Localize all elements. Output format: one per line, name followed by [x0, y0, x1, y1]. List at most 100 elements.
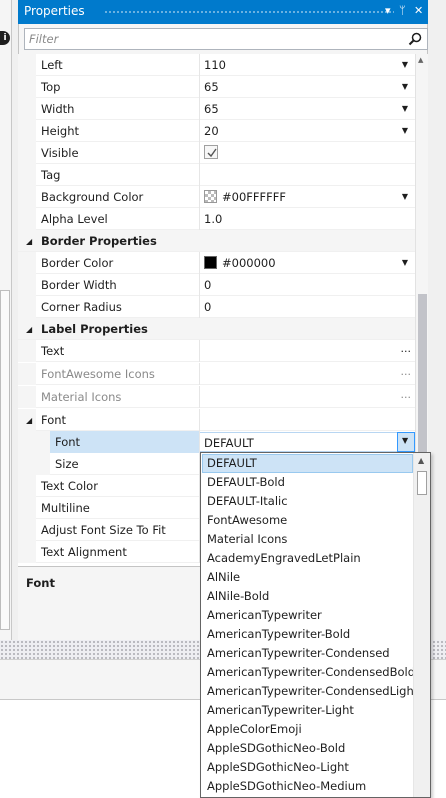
property-row-top[interactable]: Top 65 ▼: [18, 76, 415, 98]
font-option[interactable]: DEFAULT-Bold: [202, 473, 413, 492]
property-row-height[interactable]: Height 20 ▼: [18, 120, 415, 142]
font-option[interactable]: AlNile: [202, 568, 413, 587]
property-row-border-width[interactable]: Border Width 0: [18, 274, 415, 296]
property-row-material-icons[interactable]: Material Icons ...: [18, 386, 415, 408]
collapse-triangle-icon[interactable]: ◢: [26, 325, 32, 334]
dropdown-arrow-icon[interactable]: ▼: [400, 256, 410, 270]
category-border-properties[interactable]: ◢ Border Properties: [18, 230, 415, 252]
font-option[interactable]: AmericanTypewriter-Light: [202, 701, 413, 720]
property-name: Width: [41, 102, 75, 116]
property-value[interactable]: 110: [204, 58, 226, 72]
font-dropdown-scrollbar[interactable]: ▲: [413, 453, 430, 797]
font-option[interactable]: AlNile-Bold: [202, 587, 413, 606]
font-selected-value: DEFAULT: [204, 436, 254, 450]
property-row-corner-radius[interactable]: Corner Radius 0: [18, 296, 415, 318]
font-option[interactable]: AmericanTypewriter-CondensedBold: [202, 663, 415, 682]
visible-checkbox[interactable]: [204, 145, 218, 159]
collapse-triangle-icon[interactable]: ◢: [26, 237, 32, 246]
font-dropdown-list[interactable]: DEFAULT DEFAULT-Bold DEFAULT-Italic Font…: [200, 452, 431, 798]
font-option[interactable]: Material Icons: [202, 530, 413, 549]
ellipsis-button[interactable]: ...: [401, 388, 412, 401]
property-name: Left: [41, 58, 63, 72]
font-option[interactable]: AmericanTypewriter-CondensedLight: [202, 682, 418, 701]
font-option[interactable]: AppleSDGothicNeo-Bold: [202, 739, 413, 758]
property-value[interactable]: 0: [204, 300, 211, 314]
close-icon[interactable]: ✕: [414, 4, 423, 18]
property-name: Tag: [41, 168, 61, 182]
property-value[interactable]: 20: [204, 124, 219, 138]
left-panel-scrollbar[interactable]: [0, 290, 10, 630]
search-icon[interactable]: [407, 31, 423, 47]
font-option[interactable]: AmericanTypewriter-Condensed: [202, 644, 413, 663]
ellipsis-button[interactable]: ...: [401, 342, 412, 355]
property-value[interactable]: 0: [204, 278, 211, 292]
property-row-left[interactable]: Left 110 ▼: [18, 54, 415, 76]
property-row-width[interactable]: Width 65 ▼: [18, 98, 415, 120]
property-name: Adjust Font Size To Fit: [41, 523, 166, 537]
properties-titlebar[interactable]: Properties ▾ ᛘ ✕: [18, 0, 428, 24]
font-option[interactable]: AmericanTypewriter-Bold: [202, 625, 413, 644]
filter-input[interactable]: [29, 31, 389, 47]
font-dropdown-button[interactable]: ▼: [397, 432, 415, 452]
font-option[interactable]: FontAwesome: [202, 511, 413, 530]
property-row-font[interactable]: ◢ Font: [18, 409, 415, 431]
property-name: Text Color: [41, 479, 98, 493]
dropdown-arrow-icon[interactable]: ▼: [400, 58, 410, 72]
property-name: Text: [41, 344, 65, 358]
pin-icon[interactable]: ᛘ: [399, 4, 406, 18]
font-option[interactable]: AmericanTypewriter: [202, 606, 413, 625]
transparent-color-swatch: [204, 190, 217, 203]
property-row-fontawesome-icons[interactable]: FontAwesome Icons ...: [18, 363, 415, 385]
dropdown-arrow-icon[interactable]: ▼: [400, 102, 410, 116]
property-name: Font: [55, 435, 81, 449]
property-row-border-color[interactable]: Border Color #000000 ▼: [18, 252, 415, 274]
property-name: Border Width: [41, 278, 117, 292]
property-value[interactable]: 65: [204, 102, 219, 116]
font-option[interactable]: AppleSDGothicNeo-Light: [202, 758, 413, 777]
dropdown-arrow-icon[interactable]: ▼: [400, 124, 410, 138]
dropdown-arrow-icon[interactable]: ▾: [385, 4, 391, 18]
property-row-visible[interactable]: Visible: [18, 142, 415, 164]
font-option[interactable]: AppleSDGothicNeo-Medium: [202, 777, 413, 796]
panel-title: Properties: [24, 4, 85, 18]
property-name: Text Alignment: [41, 545, 127, 559]
property-name: Corner Radius: [41, 300, 122, 314]
property-value[interactable]: 65: [204, 80, 219, 94]
property-name: Alpha Level: [41, 212, 108, 226]
property-row-text[interactable]: Text ...: [18, 340, 415, 362]
property-name: Height: [41, 124, 80, 138]
ellipsis-button[interactable]: ...: [401, 365, 412, 378]
dropdown-arrow-icon[interactable]: ▼: [400, 80, 410, 94]
dropdown-arrow-icon[interactable]: ▼: [400, 190, 410, 204]
property-row-alpha-level[interactable]: Alpha Level 1.0: [18, 208, 415, 230]
font-option[interactable]: DEFAULT: [202, 454, 413, 473]
property-name: FontAwesome Icons: [41, 367, 155, 381]
property-name: Visible: [41, 146, 79, 160]
font-option[interactable]: AcademyEngravedLetPlain: [202, 549, 413, 568]
property-name: Material Icons: [41, 390, 122, 404]
property-name: Border Color: [41, 256, 114, 270]
property-name: Top: [41, 80, 61, 94]
property-row-tag[interactable]: Tag: [18, 164, 415, 186]
collapse-triangle-icon[interactable]: ◢: [26, 416, 32, 425]
property-value[interactable]: #000000: [222, 256, 276, 270]
property-name: Size: [55, 457, 79, 471]
category-label-properties[interactable]: ◢ Label Properties: [18, 318, 415, 340]
scrollbar-thumb[interactable]: [417, 471, 427, 495]
property-value[interactable]: 1.0: [204, 212, 222, 226]
dropdown-arrow-icon: ▼: [402, 436, 409, 445]
property-row-background-color[interactable]: Background Color #00FFFFFF ▼: [18, 186, 415, 208]
property-name: Font: [41, 413, 67, 427]
scroll-up-arrow-icon[interactable]: ▲: [418, 456, 424, 465]
font-option[interactable]: DEFAULT-Italic: [202, 492, 413, 511]
property-name: Background Color: [41, 190, 144, 204]
titlebar-grip: [104, 10, 394, 15]
checkmark-icon: [207, 148, 217, 158]
scroll-up-arrow-icon[interactable]: ▲: [418, 56, 423, 64]
description-title: Font: [26, 576, 55, 590]
color-swatch: [204, 256, 217, 269]
font-value-combobox[interactable]: DEFAULT: [200, 432, 397, 452]
filter-box[interactable]: [24, 28, 428, 50]
font-option[interactable]: AppleColorEmoji: [202, 720, 413, 739]
property-value[interactable]: #00FFFFFF: [222, 190, 286, 204]
